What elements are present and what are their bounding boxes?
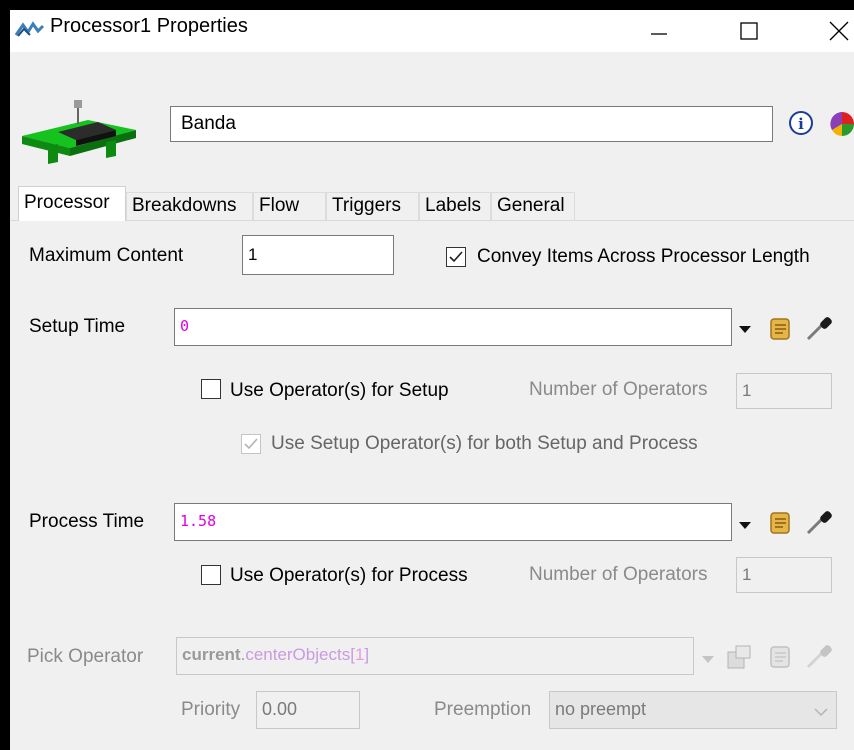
script-edit-icon[interactable]: [767, 643, 795, 676]
tab-general[interactable]: General: [491, 192, 575, 220]
tab-labels[interactable]: Labels: [419, 192, 491, 220]
maximize-icon: [740, 22, 758, 40]
dropdown-arrow-icon[interactable]: [702, 651, 714, 669]
pick-operator-label: Pick Operator: [27, 646, 144, 667]
processor-tab-panel: Maximum Content 1 Convey Items Across Pr…: [10, 220, 854, 750]
properties-window: Processor1 Properties Banda i Processor …: [10, 10, 854, 750]
process-time-input[interactable]: 1.58: [174, 503, 732, 541]
minimize-icon: [651, 33, 667, 35]
preemption-label: Preemption: [434, 699, 532, 720]
dropdown-arrow-icon[interactable]: [739, 517, 751, 535]
setup-time-label: Setup Time: [29, 316, 126, 337]
object-name-input[interactable]: Banda: [170, 106, 773, 142]
chevron-down-icon: [814, 694, 828, 728]
info-icon[interactable]: i: [788, 110, 814, 141]
code-bracket-close: ]: [364, 645, 370, 664]
use-operator-process-checkbox[interactable]: [201, 565, 221, 585]
close-icon: [829, 21, 849, 41]
setup-time-input[interactable]: 0: [174, 308, 732, 346]
convey-items-label: Convey Items Across Processor Length: [477, 246, 810, 267]
use-operator-setup-label: Use Operator(s) for Setup: [230, 380, 449, 401]
preemption-value: no preempt: [555, 699, 647, 719]
code-keyword: current: [182, 645, 241, 664]
eyedropper-icon[interactable]: [804, 313, 834, 348]
tab-flow[interactable]: Flow: [253, 192, 326, 220]
use-operator-process-label: Use Operator(s) for Process: [230, 565, 468, 586]
title-bar: Processor1 Properties: [10, 10, 854, 52]
process-number-of-operators-label: Number of Operators: [529, 564, 708, 585]
convey-items-checkbox[interactable]: [446, 247, 466, 267]
process-number-of-operators-input[interactable]: 1: [736, 557, 832, 593]
pick-operator-input[interactable]: current.centerObjects[1]: [176, 637, 694, 675]
checkmark-icon: [449, 251, 463, 263]
eyedropper-icon[interactable]: [804, 507, 834, 542]
tab-processor[interactable]: Processor: [18, 186, 126, 221]
checkmark-icon: [244, 438, 258, 450]
code-member: centerObjects: [245, 645, 351, 664]
svg-text:i: i: [798, 115, 804, 133]
preemption-select[interactable]: no preempt: [549, 691, 837, 729]
tab-breakdowns[interactable]: Breakdowns: [126, 192, 253, 220]
use-setup-both-label: Use Setup Operator(s) for both Setup and…: [271, 433, 698, 454]
tab-triggers[interactable]: Triggers: [326, 192, 419, 220]
processor-app-icon: [14, 20, 46, 43]
maximize-button[interactable]: [726, 10, 772, 52]
eyedropper-icon[interactable]: [804, 641, 834, 676]
dropdown-arrow-icon[interactable]: [739, 321, 751, 339]
tab-strip: Processor Breakdowns Flow Triggers Label…: [10, 186, 854, 221]
script-edit-icon[interactable]: [767, 509, 795, 542]
code-index: 1: [354, 645, 365, 664]
max-content-label: Maximum Content: [29, 245, 184, 266]
setup-number-of-operators-label: Number of Operators: [529, 379, 708, 400]
setup-number-of-operators-input[interactable]: 1: [736, 373, 832, 409]
max-content-input[interactable]: 1: [242, 235, 394, 275]
priority-input[interactable]: 0.00: [256, 691, 360, 729]
window-title: Processor1 Properties: [50, 15, 248, 37]
processor-3d-icon: [18, 94, 142, 169]
script-edit-icon[interactable]: [767, 315, 795, 348]
use-setup-both-checkbox[interactable]: [241, 434, 261, 454]
use-operator-setup-checkbox[interactable]: [201, 379, 221, 399]
template-edit-icon[interactable]: [726, 644, 754, 675]
statistics-pie-icon[interactable]: [826, 110, 854, 143]
process-time-label: Process Time: [29, 511, 145, 532]
minimize-button[interactable]: [636, 10, 682, 52]
priority-label: Priority: [181, 699, 241, 720]
close-button[interactable]: [816, 10, 854, 52]
